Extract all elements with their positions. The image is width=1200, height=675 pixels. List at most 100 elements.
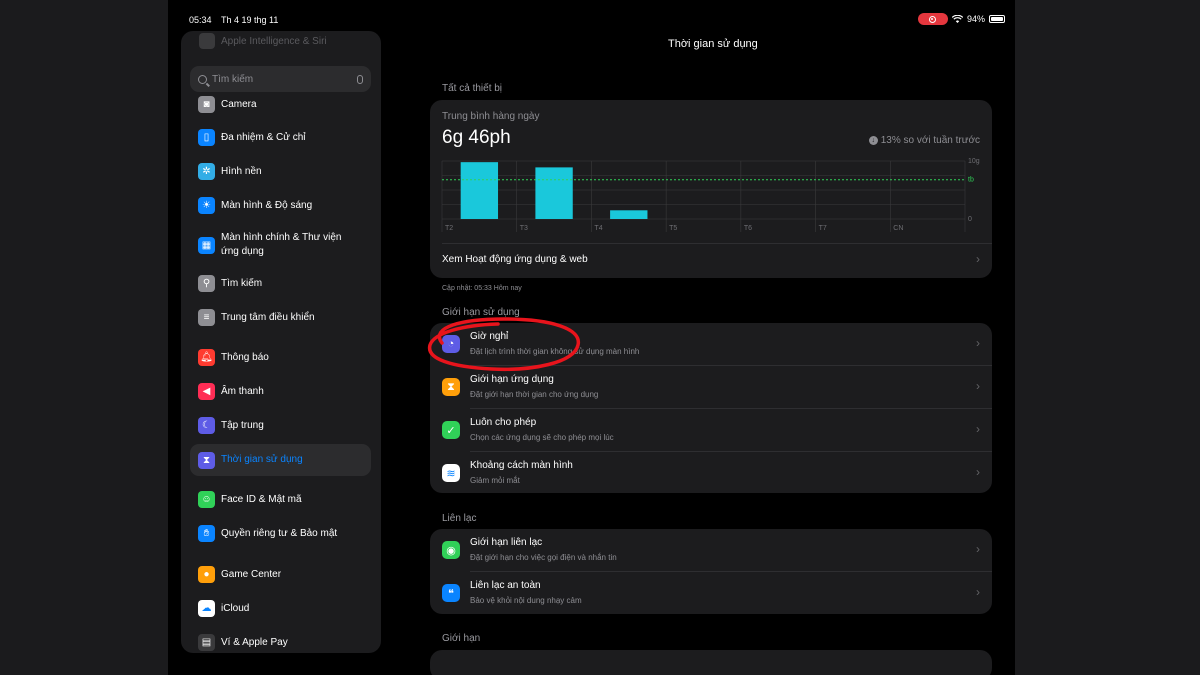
row-title: Giới hạn liên lạc	[470, 537, 543, 548]
sidebar-item-label: Âm thanh	[221, 385, 264, 397]
chevron-right-icon: ›	[976, 585, 980, 599]
face-id-icon: ☺	[198, 490, 215, 508]
sidebar-item-bell[interactable]: 🔔︎ Thông báo	[190, 348, 371, 366]
sidebar-item-control-center[interactable]: ≡ Trung tâm điều khiển	[190, 308, 371, 326]
hourglass-icon: ⧗	[198, 451, 215, 469]
sidebar-item-camera[interactable]: ◙ Camera	[190, 95, 371, 113]
section-header-restrictions: Giới hạn	[442, 633, 481, 644]
search-icon	[198, 74, 207, 84]
wifi-icon	[951, 15, 963, 23]
battery-icon	[989, 15, 1005, 23]
sidebar: Apple Intelligence & Siri Tìm kiếm ◙ Came…	[181, 31, 381, 653]
sidebar-item-moon[interactable]: ☾ Tập trung	[190, 416, 371, 434]
red-annotation-circle	[427, 317, 580, 372]
sidebar-item-label: Đa nhiệm & Cử chỉ	[221, 131, 306, 143]
sidebar-item-game-center[interactable]: ● Game Center	[190, 565, 371, 583]
record-icon	[929, 15, 937, 23]
camera-icon: ◙	[198, 95, 215, 113]
chart-x-tick-label: T6	[744, 225, 752, 232]
chart-x-tick-label: T3	[520, 225, 528, 232]
chart-x-tick-label: T5	[669, 225, 677, 232]
letterbox-left	[0, 0, 168, 675]
multitasking-icon: ▯	[198, 128, 215, 146]
cloud-icon: ☁	[198, 599, 215, 617]
chevron-right-icon: ›	[976, 379, 980, 393]
sidebar-item-wallpaper[interactable]: ✲ Hình nền	[190, 162, 371, 180]
battery-percent: 94%	[966, 14, 985, 24]
row-subtitle: Đặt giới hạn cho việc gọi điện và nhắn t…	[470, 553, 617, 562]
view-activity-row[interactable]: Xem Hoạt động ứng dụng & web ›	[430, 243, 992, 278]
row-title: Khoảng cách màn hình	[470, 460, 573, 471]
view-activity-label: Xem Hoạt động ứng dụng & web	[442, 254, 588, 265]
communication-row-contact[interactable]: ◉ Giới hạn liên lạc Đặt giới hạn cho việc …	[430, 529, 992, 572]
sidebar-item-brightness[interactable]: ☀ Màn hình & Độ sáng	[190, 196, 371, 214]
search-input[interactable]: Tìm kiếm	[212, 74, 352, 85]
chart-y-tick-label: 10g	[968, 158, 980, 165]
hand-icon: ✋︎	[198, 524, 215, 542]
control-center-icon: ≡	[198, 308, 215, 326]
letterbox-right	[1015, 0, 1200, 675]
chart-bar-T4	[610, 210, 648, 219]
communication-row-chat[interactable]: ❝ Liên lạc an toàn Bảo vệ khỏi nội dung nh…	[430, 572, 992, 614]
ipad-screen: 05:34 Th 4 19 thg 11 94% Apple Intellige…	[178, 10, 1015, 675]
row-subtitle: Giảm mỏi mắt	[470, 476, 520, 485]
wallet-icon: ▤	[198, 633, 215, 651]
bell-icon: 🔔︎	[198, 348, 215, 366]
sidebar-item-label: Thời gian sử dụng	[221, 454, 303, 465]
sidebar-item-label: Camera	[221, 98, 257, 110]
sidebar-item-multitasking[interactable]: ▯ Đa nhiệm & Cử chỉ	[190, 128, 371, 146]
wallpaper-icon: ✲	[198, 162, 215, 180]
limits-row-checkmark[interactable]: ✓ Luôn cho phép Chọn các ứng dụng sẽ cho p…	[430, 409, 992, 452]
chevron-right-icon: ›	[976, 336, 980, 350]
row-title: Giới hạn ứng dụng	[470, 374, 554, 385]
row-subtitle: Bảo vệ khỏi nội dung nhạy cảm	[470, 596, 582, 605]
sidebar-item-hourglass[interactable]: ⧗ Thời gian sử dụng	[190, 444, 371, 476]
chart-y-tick-label: tb	[968, 177, 974, 184]
screen: 05:34 Th 4 19 thg 11 94% Apple Intellige…	[168, 0, 1015, 675]
home-screen-icon: ▦	[198, 236, 215, 254]
usage-chart[interactable]: T2 T3 T4 T5 T6 T7 CN 10g tb 0	[430, 100, 992, 240]
chart-x-tick-label: T7	[819, 225, 827, 232]
sidebar-item-label: Trung tâm điều khiển	[221, 311, 315, 323]
sidebar-item-label: iCloud	[221, 602, 250, 614]
speaker-icon: ◀	[198, 382, 215, 400]
sidebar-item-speaker[interactable]: ◀ Âm thanh	[190, 382, 371, 400]
sidebar-item-label: Tìm kiếm	[221, 277, 263, 289]
sidebar-item-hand[interactable]: ✋︎ Quyền riêng tư & Bảo mật	[190, 524, 371, 542]
search-icon: ⚲	[198, 274, 215, 292]
moon-icon: ☾	[198, 416, 215, 434]
sidebar-item-label: Face ID & Mật mã	[221, 493, 302, 505]
sidebar-item-search[interactable]: ⚲ Tìm kiếm	[190, 274, 371, 292]
sidebar-item-cloud[interactable]: ☁ iCloud	[190, 599, 371, 617]
sidebar-item-label: Hình nền	[221, 165, 262, 177]
communication-card: ◉ Giới hạn liên lạc Đặt giới hạn cho việc …	[430, 529, 992, 614]
chevron-right-icon: ›	[976, 252, 980, 266]
sidebar-item-label: Thông báo	[221, 351, 269, 363]
screen-recording-indicator[interactable]	[917, 13, 948, 25]
restrictions-card[interactable]	[430, 650, 992, 675]
status-date: Th 4 19 thg 11	[221, 15, 279, 25]
usage-summary-card[interactable]: Trung bình hàng ngày 6g 46ph ↓ 13% so vớ…	[430, 100, 992, 278]
chart-x-tick-label: T4	[594, 225, 602, 232]
row-subtitle: Chọn các ứng dụng sẽ cho phép mọi lúc	[470, 433, 614, 442]
sidebar-item-label: Ví & Apple Pay	[221, 636, 288, 648]
sidebar-item-label: Màn hình chính & Thư viện ứng dụng	[221, 232, 342, 257]
sidebar-item-label: Quyền riêng tư & Bảo mật	[221, 527, 338, 539]
section-header-communication: Liên lạc	[442, 513, 477, 524]
chevron-right-icon: ›	[976, 465, 980, 479]
status-right: 94%	[917, 13, 1005, 25]
sidebar-item-wallet[interactable]: ▤ Ví & Apple Pay	[190, 633, 371, 651]
updated-note: Cập nhật: 05:33 Hôm nay	[442, 285, 522, 292]
microphone-icon[interactable]	[357, 74, 363, 84]
sidebar-item-face-id[interactable]: ☺ Face ID & Mật mã	[190, 490, 371, 508]
chat-icon: ❝	[442, 584, 460, 602]
search-field[interactable]: Tìm kiếm	[190, 66, 371, 92]
apple-intelligence-icon	[199, 33, 215, 49]
contact-icon: ◉	[442, 541, 460, 559]
brightness-icon: ☀	[198, 196, 215, 214]
chevron-right-icon: ›	[976, 422, 980, 436]
sidebar-item-apple-intelligence[interactable]: Apple Intelligence & Siri	[199, 33, 327, 49]
screen-distance-icon: ≋	[442, 464, 460, 482]
sidebar-item-home-screen[interactable]: ▦ Màn hình chính & Thư viện ứng dụng	[190, 228, 371, 262]
limits-row-screen-distance[interactable]: ≋ Khoảng cách màn hình Giảm mỏi mắt ›	[430, 452, 992, 493]
